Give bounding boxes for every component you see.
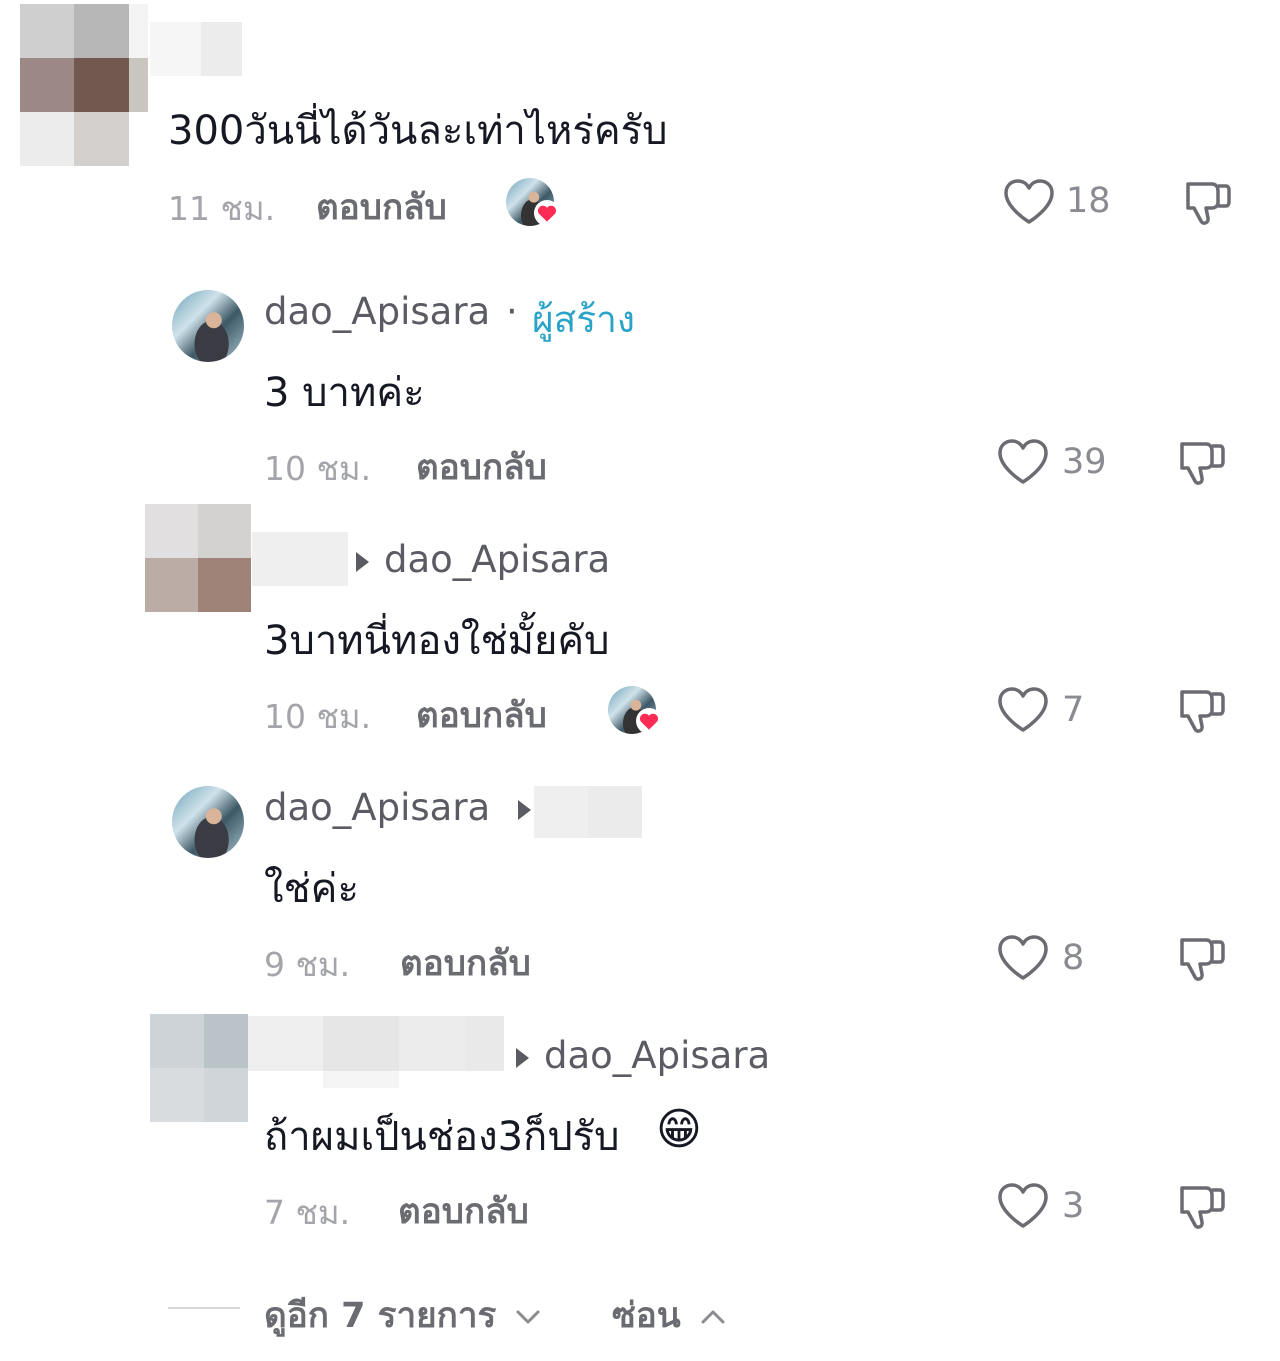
- creator-badge: ผู้สร้าง: [532, 298, 635, 341]
- thumbs-down-icon[interactable]: [1176, 436, 1228, 488]
- heart-outline-icon[interactable]: [1003, 178, 1055, 226]
- comment-time: 10 ชม.: [264, 449, 372, 488]
- thumbs-down-icon[interactable]: [1176, 1180, 1228, 1232]
- caret-right-icon: [356, 552, 369, 572]
- avatar-creator[interactable]: [172, 290, 244, 362]
- like-count: 7: [1062, 690, 1085, 730]
- heart-outline-icon[interactable]: [997, 934, 1049, 982]
- heart-badge-icon: [534, 200, 560, 226]
- chevron-down-icon: [516, 1310, 540, 1324]
- caret-right-icon: [518, 800, 531, 820]
- reply-to-username-blurred[interactable]: [534, 786, 642, 838]
- avatar-blurred[interactable]: [20, 4, 148, 166]
- username-blurred[interactable]: [252, 532, 348, 586]
- comment-time: 7 ชม.: [264, 1193, 351, 1232]
- username-blurred[interactable]: [248, 1016, 504, 1088]
- creator-liked-badge: [608, 686, 662, 734]
- creator-liked-badge: [506, 178, 560, 226]
- thumbs-down-icon[interactable]: [1182, 176, 1234, 228]
- reply-to-username[interactable]: dao_Apisara: [384, 538, 610, 581]
- reply-to-username[interactable]: dao_Apisara: [544, 1034, 770, 1077]
- comment-text: 3บาทนี่ทองใช่มั้ยคับ: [264, 618, 610, 664]
- username-blurred[interactable]: [150, 22, 242, 76]
- comment-time: 10 ชม.: [264, 697, 372, 736]
- like-count: 39: [1062, 442, 1107, 482]
- comment-text: ถ้าผมเป็นช่อง3ก็ปรับ: [264, 1114, 620, 1160]
- heart-outline-icon[interactable]: [997, 438, 1049, 486]
- heart-outline-icon[interactable]: [997, 686, 1049, 734]
- avatar-blurred[interactable]: [145, 504, 251, 612]
- comment-time: 11 ชม.: [168, 189, 276, 228]
- username[interactable]: dao_Apisara: [264, 786, 490, 829]
- thread-divider: [168, 1307, 240, 1309]
- like-count: 3: [1062, 1186, 1085, 1226]
- reply-button[interactable]: ตอบกลับ: [400, 936, 531, 991]
- heart-outline-icon[interactable]: [997, 1182, 1049, 1230]
- grinning-emoji: 😁: [656, 1104, 702, 1155]
- avatar-creator[interactable]: [172, 786, 244, 858]
- view-more-replies-button[interactable]: ดูอีก 7 รายการ: [264, 1288, 542, 1343]
- comment-text: 3 บาทค่ะ: [264, 370, 425, 416]
- comment-text: 300วันนี่ได้วันละเท่าไหร่ครับ: [168, 108, 668, 154]
- reply-button[interactable]: ตอบกลับ: [416, 688, 547, 743]
- hide-replies-button[interactable]: ซ่อน: [612, 1288, 727, 1343]
- like-count: 8: [1062, 938, 1085, 978]
- thumbs-down-icon[interactable]: [1176, 932, 1228, 984]
- reply-button[interactable]: ตอบกลับ: [398, 1184, 529, 1239]
- heart-badge-icon: [636, 708, 662, 734]
- caret-right-icon: [516, 1048, 529, 1068]
- username[interactable]: dao_Apisara: [264, 290, 490, 333]
- hide-label: ซ่อน: [612, 1296, 681, 1336]
- separator-dot: ·: [506, 290, 518, 333]
- comment-time: 9 ชม.: [264, 945, 351, 984]
- thumbs-down-icon[interactable]: [1176, 684, 1228, 736]
- like-count: 18: [1066, 181, 1111, 221]
- chevron-up-icon: [701, 1310, 725, 1324]
- reply-button[interactable]: ตอบกลับ: [416, 440, 547, 495]
- comment-text: ใช่ค่ะ: [264, 866, 359, 912]
- avatar-blurred[interactable]: [150, 1014, 248, 1122]
- view-more-label: ดูอีก 7 รายการ: [264, 1296, 497, 1336]
- reply-button[interactable]: ตอบกลับ: [316, 180, 447, 235]
